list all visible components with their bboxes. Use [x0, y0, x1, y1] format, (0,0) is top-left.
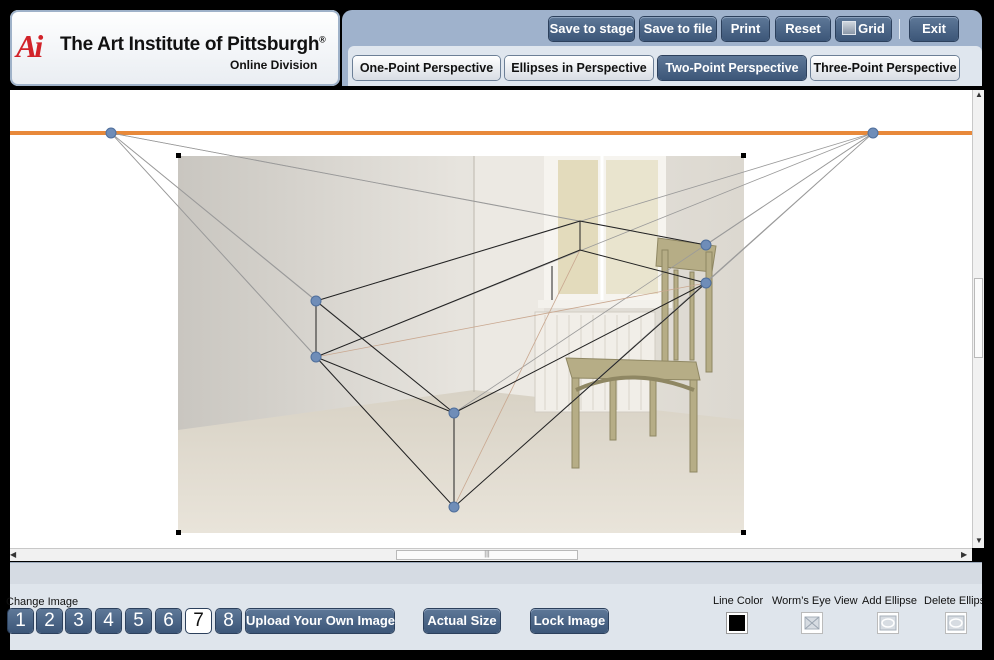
image-7-button[interactable]: 7 [186, 609, 211, 633]
perspective-drawing [10, 127, 972, 535]
print-button[interactable]: Print [722, 17, 769, 41]
image-8-button[interactable]: 8 [216, 609, 241, 633]
save-to-stage-button[interactable]: Save to stage [549, 17, 634, 41]
worms-eye-label: Worm’s Eye View [772, 595, 858, 607]
delete-ellipse-label: Delete Ellipse [924, 595, 982, 607]
scroll-down-arrow-icon[interactable]: ▼ [975, 536, 983, 545]
reset-button[interactable]: Reset [776, 17, 830, 41]
add-ellipse-label: Add Ellipse [862, 595, 918, 607]
vertical-scrollbar[interactable]: ▲ ▼ [972, 90, 984, 548]
save-to-file-button[interactable]: Save to file [640, 17, 716, 41]
image-1-button[interactable]: 1 [8, 609, 33, 633]
grid-toggle-button[interactable]: Grid [836, 17, 891, 41]
tab-one-point[interactable]: One-Point Perspective [353, 56, 500, 80]
image-6-button[interactable]: 6 [156, 609, 181, 633]
tab-two-point[interactable]: Two-Point Perspective [658, 56, 806, 80]
institution-name: The Art Institute of Pittsburgh® [60, 34, 326, 55]
line-color-swatch [729, 615, 745, 631]
ai-logo-mark: Ai [16, 28, 43, 64]
image-4-button[interactable]: 4 [96, 609, 121, 633]
horizontal-scrollbar[interactable]: ◀ ||| ▶ [10, 548, 972, 561]
delete-ellipse-icon [947, 615, 965, 631]
bottom-strip [10, 562, 982, 585]
delete-ellipse-button[interactable] [945, 612, 967, 634]
actual-size-button[interactable]: Actual Size [424, 609, 500, 633]
right-vanishing-point [867, 127, 879, 139]
drawing-canvas[interactable] [10, 90, 972, 548]
line-color-label: Line Color [713, 595, 764, 607]
upload-image-button[interactable]: Upload Your Own Image [246, 609, 395, 633]
scroll-left-arrow-icon[interactable]: ◀ [10, 550, 16, 559]
vertical-scroll-thumb[interactable] [974, 278, 983, 358]
toolbar-divider [899, 19, 900, 39]
scroll-right-arrow-icon[interactable]: ▶ [961, 550, 967, 559]
exit-button[interactable]: Exit [910, 17, 958, 41]
horizontal-scroll-thumb[interactable]: ||| [396, 550, 578, 560]
image-2-button[interactable]: 2 [37, 609, 62, 633]
change-image-label: Change Image [6, 596, 79, 608]
tab-three-point[interactable]: Three-Point Perspective [811, 56, 959, 80]
room-photo[interactable] [178, 156, 744, 533]
worms-eye-toggle[interactable] [801, 612, 823, 634]
tab-ellipses[interactable]: Ellipses in Perspective [505, 56, 653, 80]
grid-checkbox-icon [842, 21, 857, 35]
scroll-up-arrow-icon[interactable]: ▲ [975, 90, 983, 99]
left-vanishing-point [105, 127, 117, 139]
image-5-button[interactable]: 5 [126, 609, 151, 633]
add-ellipse-icon [879, 615, 897, 631]
worms-eye-icon [804, 616, 820, 630]
division-name: Online Division [230, 58, 318, 72]
lock-image-button[interactable]: Lock Image [531, 609, 608, 633]
add-ellipse-button[interactable] [877, 612, 899, 634]
logo-panel: Ai The Art Institute of Pittsburgh® Onli… [10, 10, 340, 86]
perspective-app: Ai The Art Institute of Pittsburgh® Onli… [0, 0, 994, 660]
image-3-button[interactable]: 3 [66, 609, 91, 633]
line-color-picker[interactable] [726, 612, 748, 634]
